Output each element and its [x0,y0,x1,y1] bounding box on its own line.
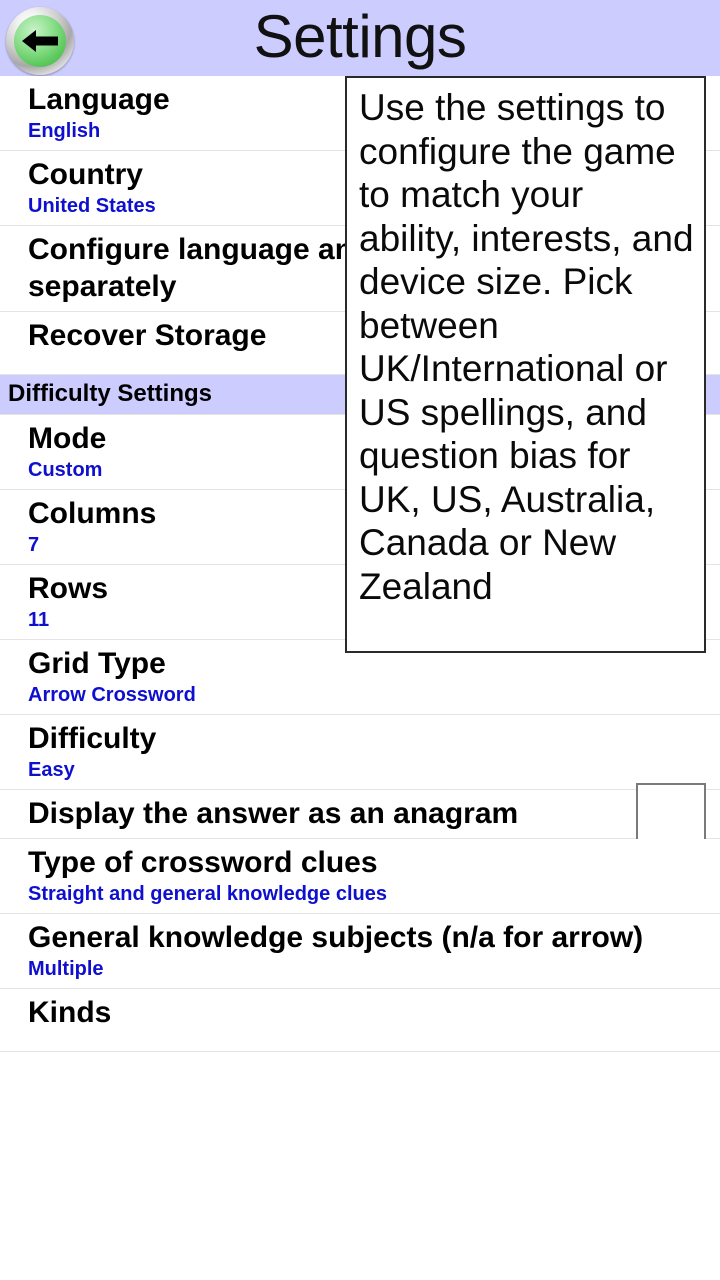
settings-row-value [28,1031,720,1045]
checkbox-display-answer-as-anagram[interactable] [636,783,706,845]
settings-row-general-knowledge-subjects[interactable]: General knowledge subjects (n/a for arro… [0,914,720,989]
settings-row-value: Easy [28,759,75,781]
settings-help-tooltip: Use the settings to configure the game t… [345,76,706,653]
app-header: Settings [0,0,720,76]
page-title: Settings [253,3,467,70]
settings-row-title: General knowledge subjects (n/a for arro… [28,921,644,954]
settings-row-title: Display the answer as an anagram [28,797,519,830]
settings-row-title: Difficulty [28,722,157,755]
settings-row-kinds[interactable]: Kinds [0,989,720,1052]
settings-row-type-of-crossword-clues[interactable]: Type of crossword clues Straight and gene… [0,839,720,914]
settings-row-title: Kinds [28,996,112,1029]
settings-row-value: Straight and general knowledge clues [28,883,387,905]
settings-row-value: Multiple [28,958,104,980]
settings-row-display-answer-as-anagram[interactable]: Display the answer as an anagram [0,783,720,845]
settings-row-value: Arrow Crossword [28,684,196,706]
settings-row-title: Type of crossword clues [28,846,378,879]
settings-row-difficulty[interactable]: Difficulty Easy [0,715,720,790]
